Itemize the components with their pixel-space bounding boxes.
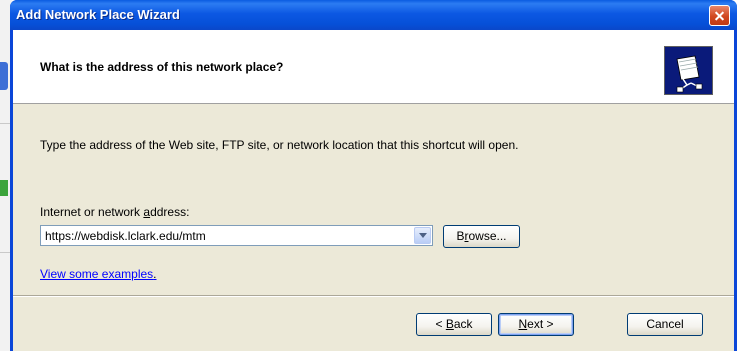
window-title: Add Network Place Wizard <box>16 7 180 22</box>
next-button[interactable]: Next > <box>498 313 574 336</box>
network-folder-icon <box>664 46 713 95</box>
address-label: Internet or network address: <box>40 205 190 219</box>
background-window-tab <box>0 62 8 90</box>
view-examples-link[interactable]: View some examples. <box>40 267 157 281</box>
close-button[interactable] <box>709 5 730 26</box>
footer-separator <box>13 295 734 297</box>
address-input[interactable]: https://webdisk.lclark.edu/mtm <box>45 229 206 243</box>
dropdown-arrow-icon[interactable] <box>414 227 431 244</box>
instruction-text: Type the address of the Web site, FTP si… <box>40 138 519 152</box>
title-bar[interactable]: Add Network Place Wizard <box>10 0 737 30</box>
wizard-client-area: What is the address of this network plac… <box>13 30 734 351</box>
back-button[interactable]: < Back <box>416 313 492 336</box>
address-combobox[interactable]: https://webdisk.lclark.edu/mtm <box>40 225 433 246</box>
browse-button[interactable]: Browse... <box>443 225 520 248</box>
page-title: What is the address of this network plac… <box>40 60 284 74</box>
wizard-window: Add Network Place Wizard What is the add… <box>10 0 737 351</box>
wizard-header: What is the address of this network plac… <box>13 30 734 104</box>
cancel-button[interactable]: Cancel <box>627 313 703 336</box>
background-icon <box>0 180 8 196</box>
